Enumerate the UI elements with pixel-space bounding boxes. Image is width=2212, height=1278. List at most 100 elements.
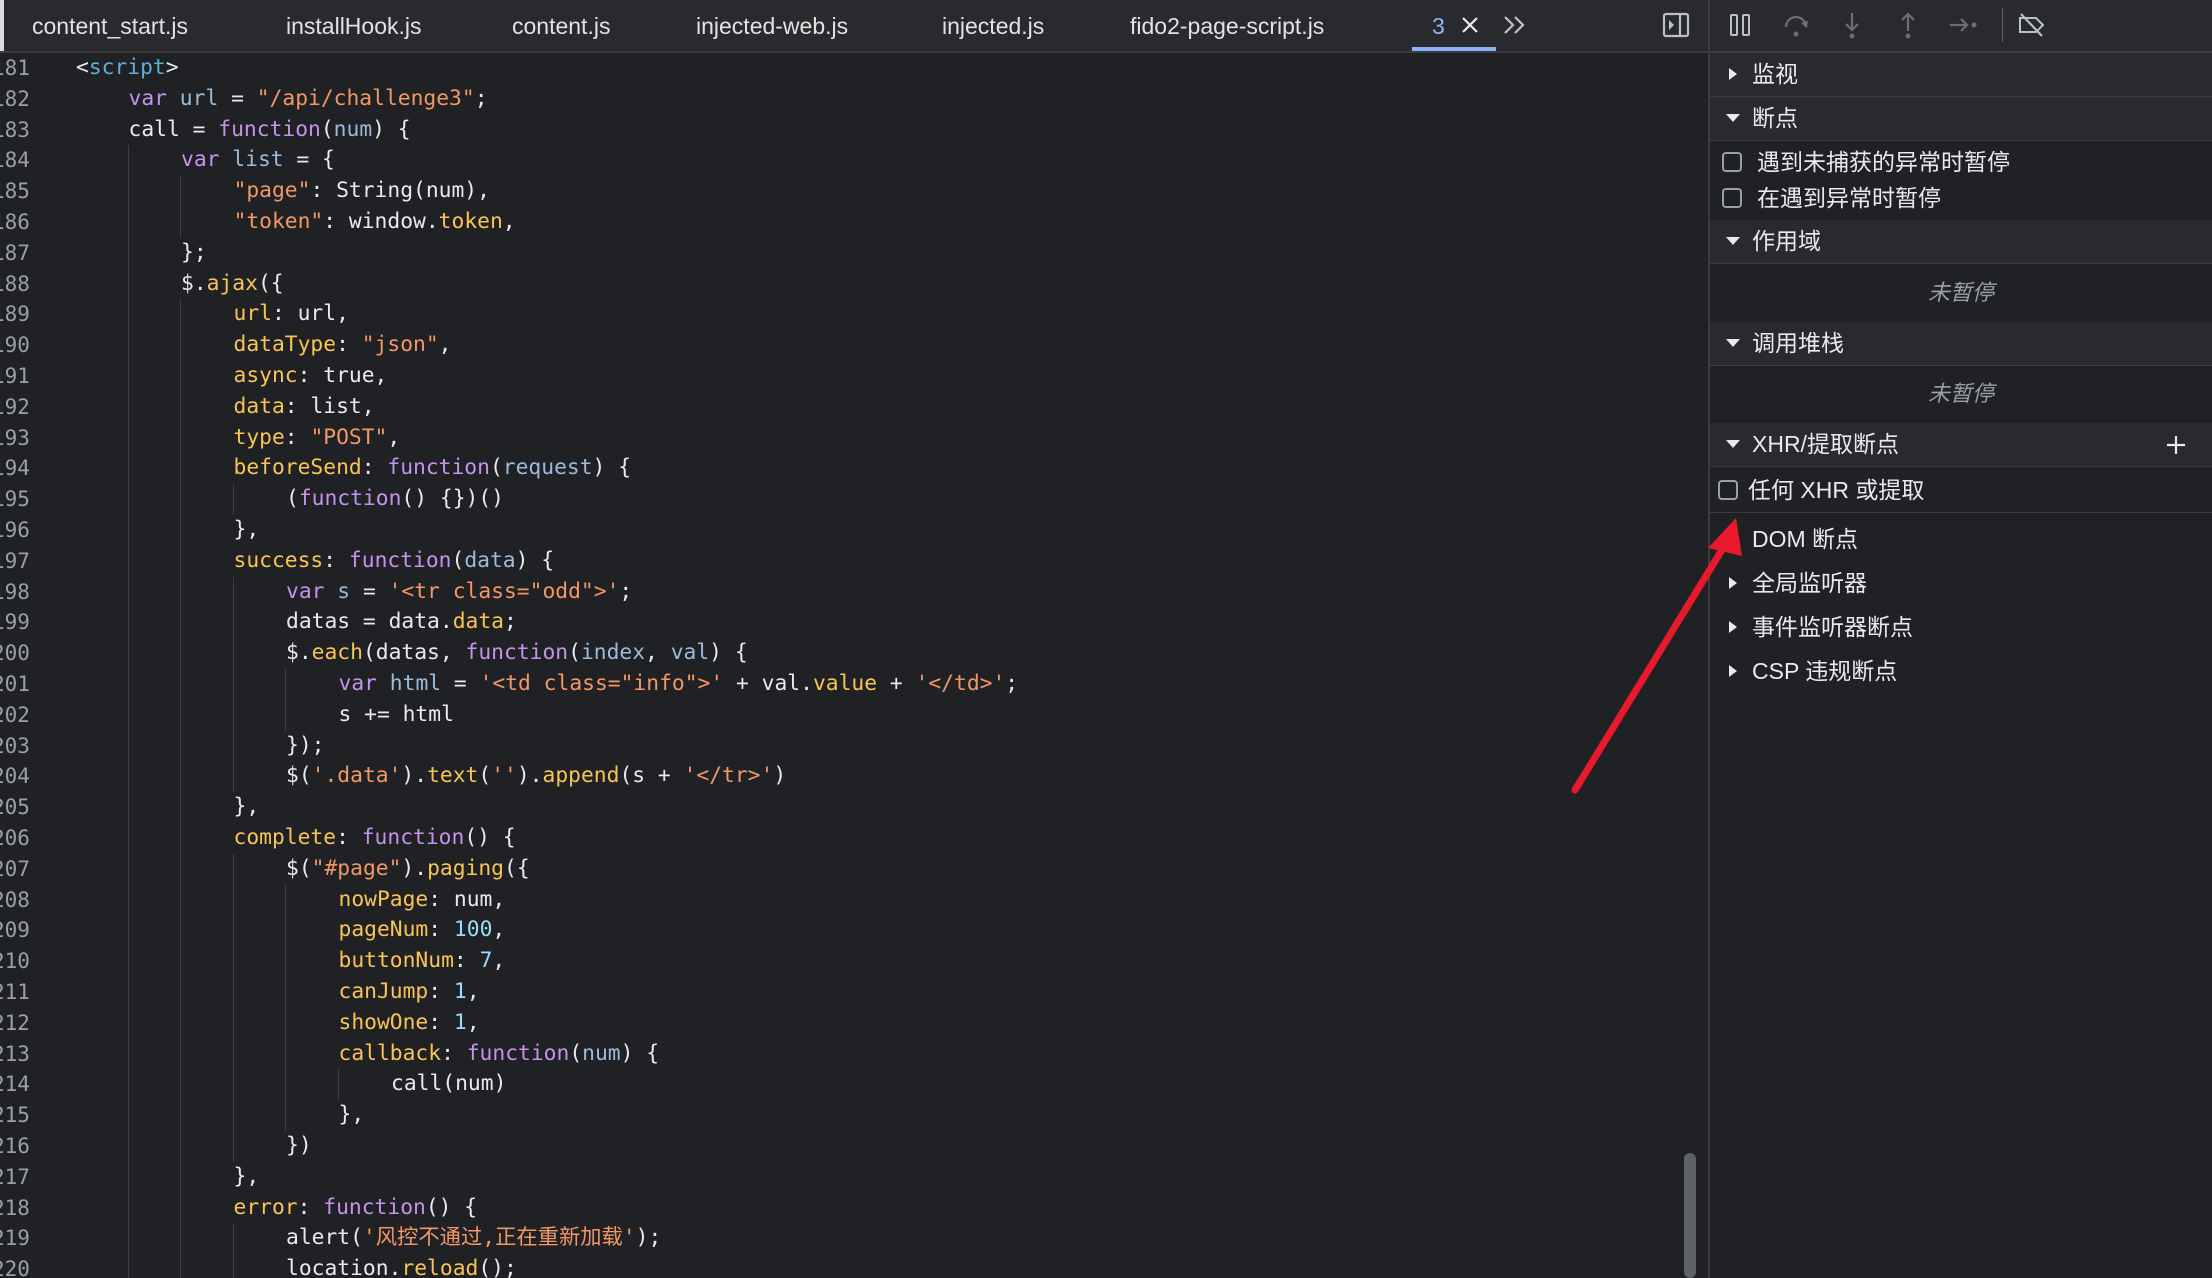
tab-injected-web-js[interactable]: injected-web.js xyxy=(696,0,848,51)
tab-content-start-js[interactable]: content_start.js xyxy=(32,0,188,51)
line-number[interactable]: 218 xyxy=(0,1193,32,1224)
line-number[interactable]: 187 xyxy=(0,238,32,269)
code-line: var list = { xyxy=(181,145,335,176)
code-token: request xyxy=(502,455,593,481)
more-tabs-icon[interactable] xyxy=(1500,10,1530,40)
indent-guide xyxy=(180,176,181,238)
code-token: ) { xyxy=(515,547,555,573)
line-number[interactable]: 212 xyxy=(0,1008,32,1039)
any-xhr-row[interactable]: 任何 XHR 或提取 xyxy=(1710,472,2212,508)
code-line: }) xyxy=(286,1131,312,1162)
line-number[interactable]: 193 xyxy=(0,423,32,454)
close-tab-icon[interactable] xyxy=(1460,11,1480,39)
tab-installhook-js[interactable]: installHook.js xyxy=(286,0,422,51)
line-number[interactable]: 189 xyxy=(0,299,32,330)
code-token: : xyxy=(323,547,349,573)
code-token: function xyxy=(348,547,452,573)
code-line: }; xyxy=(181,238,207,269)
line-number[interactable]: 199 xyxy=(0,607,32,638)
pause-caught-checkbox[interactable] xyxy=(1722,188,1742,208)
line-number[interactable]: 209 xyxy=(0,915,32,946)
line-number[interactable]: 181 xyxy=(0,53,32,84)
code-token: dataType xyxy=(233,332,337,358)
section-csp-breakpoints[interactable]: CSP 违规断点 xyxy=(1710,650,2212,693)
section-scope[interactable]: 作用域 xyxy=(1710,220,2212,264)
line-number[interactable]: 190 xyxy=(0,330,32,361)
code-line: dataType: "json", xyxy=(234,330,452,361)
line-number[interactable]: 203 xyxy=(0,731,32,762)
line-number-gutter: 1811821831841851861871881891901911921931… xyxy=(0,53,60,1278)
section-watch[interactable]: 监视 xyxy=(1710,53,2212,97)
step-icon[interactable] xyxy=(1948,9,1980,41)
line-number[interactable]: 202 xyxy=(0,700,32,731)
code-editor[interactable]: 1811821831841851861871881891901911921931… xyxy=(0,53,1708,1278)
deactivate-breakpoints-icon[interactable] xyxy=(2016,9,2048,41)
code-token: (); xyxy=(478,1256,517,1278)
line-number[interactable]: 183 xyxy=(0,115,32,146)
tab-content-js[interactable]: content.js xyxy=(512,0,610,51)
line-number[interactable]: 182 xyxy=(0,84,32,115)
tab-fido2-page-script-js[interactable]: fido2-page-script.js xyxy=(1130,0,1324,51)
code-token: }; xyxy=(181,239,207,265)
line-number[interactable]: 191 xyxy=(0,361,32,392)
line-number[interactable]: 207 xyxy=(0,854,32,885)
debugger-toolbar xyxy=(1710,0,2212,53)
line-number[interactable]: 196 xyxy=(0,515,32,546)
line-number[interactable]: 216 xyxy=(0,1131,32,1162)
add-xhr-breakpoint-icon[interactable] xyxy=(2164,433,2188,457)
line-number[interactable]: 219 xyxy=(0,1223,32,1254)
line-number[interactable]: 188 xyxy=(0,269,32,300)
section-global-listeners[interactable]: 全局监听器 xyxy=(1710,562,2212,605)
line-number[interactable]: 211 xyxy=(0,977,32,1008)
line-number[interactable]: 192 xyxy=(0,392,32,423)
code-line: $.each(datas, function(index, val) { xyxy=(286,638,748,669)
code-token: pageNum xyxy=(338,917,429,943)
pause-resume-icon[interactable] xyxy=(1724,9,1756,41)
line-number[interactable]: 195 xyxy=(0,484,32,515)
line-number[interactable]: 200 xyxy=(0,638,32,669)
step-out-icon[interactable] xyxy=(1892,9,1924,41)
toggle-debugger-sidebar-icon[interactable] xyxy=(1660,9,1692,41)
section-xhr-breakpoints[interactable]: XHR/提取断点 xyxy=(1710,423,2212,467)
line-number[interactable]: 201 xyxy=(0,669,32,700)
pause-uncaught-row[interactable]: 遇到未捕获的异常时暂停 xyxy=(1710,144,2212,180)
expand-arrow-icon xyxy=(1729,621,1737,633)
line-number[interactable]: 186 xyxy=(0,207,32,238)
step-into-icon[interactable] xyxy=(1836,9,1868,41)
code-token: $( xyxy=(286,763,312,789)
code-token: }, xyxy=(233,1163,260,1189)
line-number[interactable]: 204 xyxy=(0,761,32,792)
code-token: complete xyxy=(233,825,337,850)
line-number[interactable]: 194 xyxy=(0,453,32,484)
line-number[interactable]: 197 xyxy=(0,546,32,577)
section-call-stack[interactable]: 调用堆栈 xyxy=(1710,322,2212,366)
line-number[interactable]: 210 xyxy=(0,946,32,977)
section-breakpoints[interactable]: 断点 xyxy=(1710,97,2212,141)
code-line: error: function() { xyxy=(234,1193,478,1224)
any-xhr-checkbox[interactable] xyxy=(1718,480,1738,500)
tab-injected-js[interactable]: injected.js xyxy=(942,0,1044,51)
line-number[interactable]: 198 xyxy=(0,577,32,608)
code-token: : window. xyxy=(323,209,439,234)
pause-caught-row[interactable]: 在遇到异常时暂停 xyxy=(1710,180,2212,216)
pause-uncaught-checkbox[interactable] xyxy=(1722,152,1742,172)
line-number[interactable]: 217 xyxy=(0,1162,32,1193)
code-token: , xyxy=(645,640,671,666)
code-token: ({ xyxy=(504,855,530,881)
line-number[interactable]: 205 xyxy=(0,792,32,823)
editor-scrollbar[interactable] xyxy=(1684,1153,1696,1278)
step-over-icon[interactable] xyxy=(1780,9,1812,41)
line-number[interactable]: 185 xyxy=(0,176,32,207)
section-dom-breakpoints[interactable]: DOM 断点 xyxy=(1710,518,2212,561)
line-number[interactable]: 208 xyxy=(0,885,32,916)
collapse-arrow-icon xyxy=(1726,440,1740,448)
line-number[interactable]: 184 xyxy=(0,145,32,176)
code-token: , xyxy=(502,209,516,234)
line-number[interactable]: 206 xyxy=(0,823,32,854)
line-number[interactable]: 215 xyxy=(0,1100,32,1131)
line-number[interactable]: 213 xyxy=(0,1039,32,1070)
line-number[interactable]: 220 xyxy=(0,1254,32,1278)
section-event-listener-breakpoints[interactable]: 事件监听器断点 xyxy=(1710,606,2212,649)
line-number[interactable]: 214 xyxy=(0,1069,32,1100)
tab-3[interactable]: 3 xyxy=(1412,0,1496,51)
